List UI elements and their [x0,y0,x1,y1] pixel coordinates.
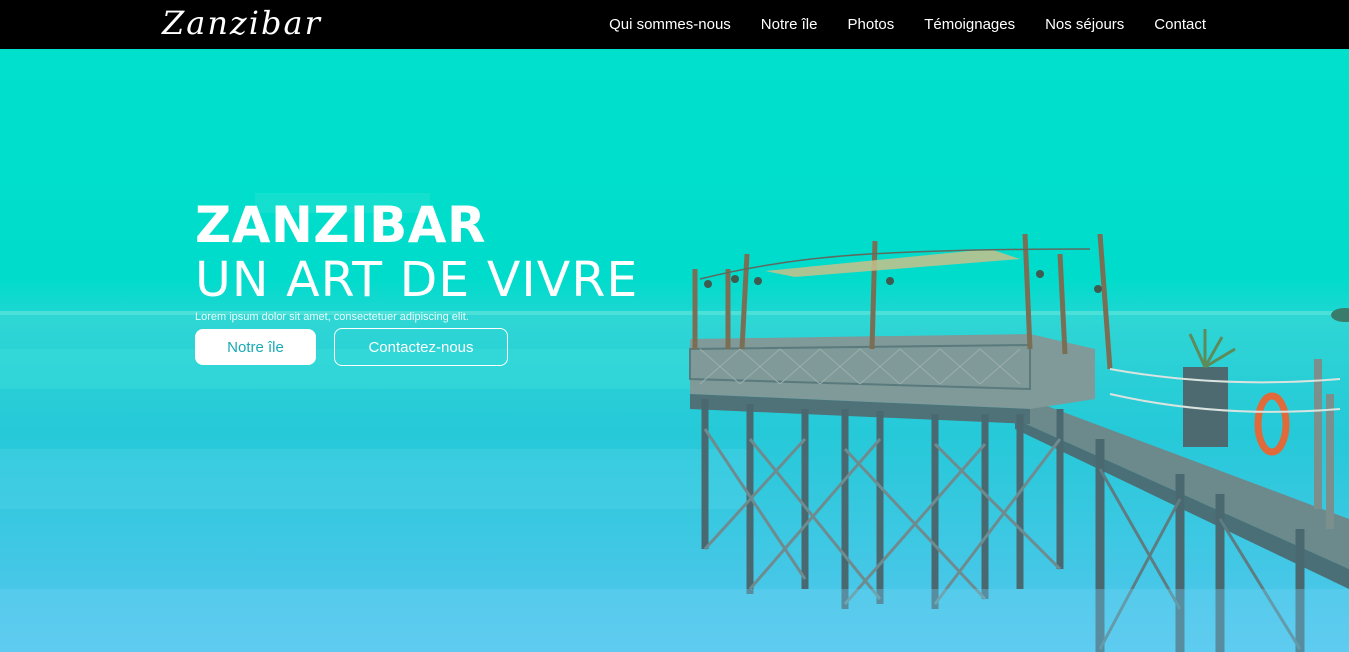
hero-description: Lorem ipsum dolor sit amet, consectetuer… [195,311,469,323]
nav-link-photos[interactable]: Photos [848,16,895,33]
ghost-overlay-label [255,193,430,213]
nav-link-temoignages[interactable]: Témoignages [924,16,1015,33]
main-nav: Qui sommes-nous Notre île Photos Témoign… [609,0,1206,49]
nav-link-qui-sommes-nous[interactable]: Qui sommes-nous [609,16,731,33]
nav-link-notre-ile[interactable]: Notre île [761,16,818,33]
notre-ile-button[interactable]: Notre île [195,329,316,365]
hero-section: ZANZIBAR UN ART DE VIVRE Lorem ipsum dol… [0,49,1349,652]
hero-subtitle: UN ART DE VIVRE [195,252,639,308]
contactez-nous-button[interactable]: Contactez-nous [334,328,508,366]
top-navbar: Zanzibar Qui sommes-nous Notre île Photo… [0,0,1349,49]
hero-buttons: Notre île Contactez-nous [195,328,630,366]
site-logo[interactable]: Zanzibar [162,3,322,43]
nav-link-nos-sejours[interactable]: Nos séjours [1045,16,1124,33]
nav-link-contact[interactable]: Contact [1154,16,1206,33]
hero-content: ZANZIBAR UN ART DE VIVRE Lorem ipsum dol… [195,193,637,366]
